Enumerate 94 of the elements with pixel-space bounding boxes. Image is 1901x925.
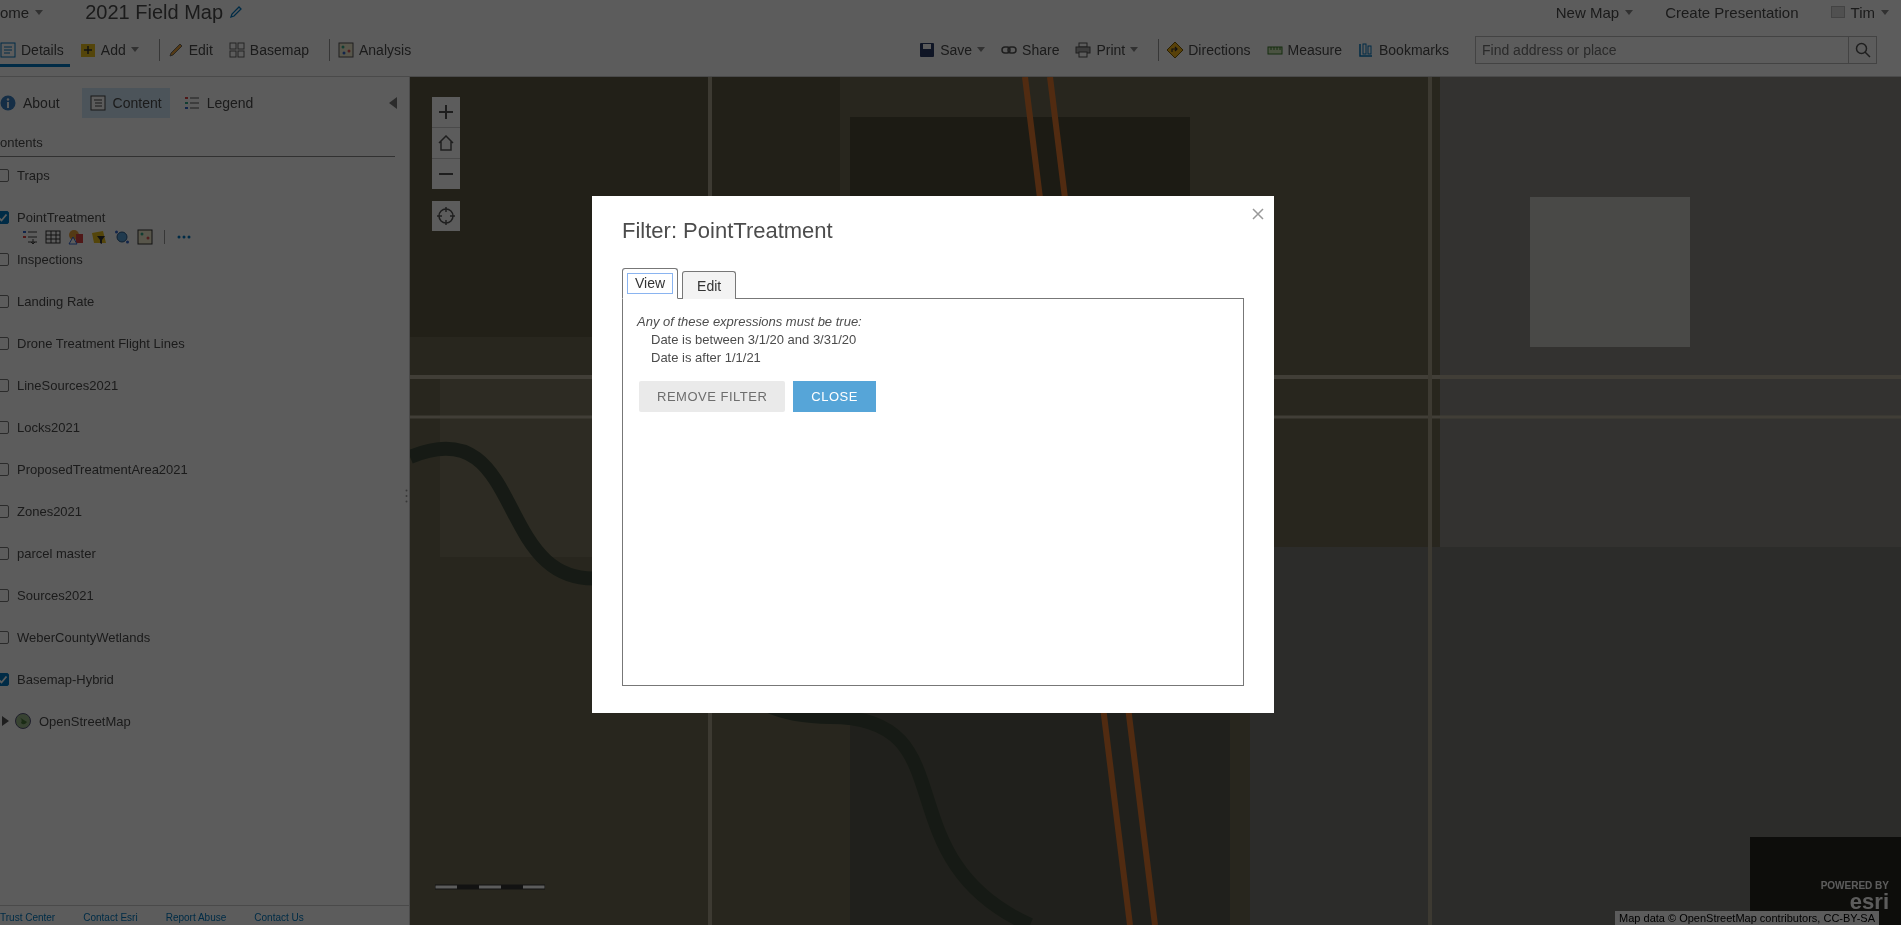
close-button[interactable]	[1250, 206, 1266, 222]
map-title: 2021 Field Map	[85, 0, 224, 24]
filter-icon[interactable]	[91, 229, 107, 245]
home-icon	[438, 135, 454, 151]
home-button[interactable]	[432, 128, 460, 158]
legend-icon	[183, 95, 200, 111]
zoom-out-button[interactable]	[432, 159, 460, 189]
add-icon	[79, 41, 96, 58]
layer-name[interactable]: PointTreatment	[17, 209, 106, 225]
toolbar-button[interactable]: Add	[79, 33, 145, 67]
expand-icon[interactable]	[2, 716, 9, 726]
layer-name[interactable]: Drone Treatment Flight Lines	[17, 335, 185, 351]
panel-tab[interactable]: Content	[81, 88, 170, 118]
filter-expression: Date is between 3/1/20 and 3/31/20	[650, 331, 858, 349]
footer-link[interactable]: Trust Center	[0, 912, 56, 923]
layer-name[interactable]: LineSources2021	[17, 377, 119, 393]
save-icon	[919, 41, 936, 58]
search-icon	[1854, 42, 1871, 58]
checkbox[interactable]	[0, 420, 9, 434]
filter-intro: Any of these expressions must be true:	[637, 313, 863, 331]
globe-icon	[15, 713, 31, 729]
zoom-in-icon	[439, 105, 453, 119]
checkbox[interactable]	[0, 336, 9, 350]
filter-expression: Date is after 1/1/21	[650, 349, 762, 367]
layer-name[interactable]: Zones2021	[17, 503, 83, 519]
checkbox[interactable]	[0, 588, 9, 602]
header-menu[interactable]: Create Presentation	[1653, 3, 1811, 21]
toolbar-button[interactable]: Edit	[167, 33, 219, 67]
layer-name[interactable]: Inspections	[17, 251, 83, 267]
layer-name[interactable]: Traps	[17, 167, 50, 183]
checkbox[interactable]	[0, 462, 9, 476]
locate-icon	[436, 206, 456, 226]
zoom-in-button[interactable]	[432, 97, 460, 127]
details-icon	[0, 41, 16, 58]
checkbox[interactable]	[0, 630, 9, 644]
layer-name[interactable]: Sources2021	[17, 587, 94, 603]
pencil-icon	[229, 5, 244, 19]
checkbox[interactable]	[0, 504, 9, 518]
layer-name[interactable]: WeberCountyWetlands	[17, 629, 151, 645]
checkbox[interactable]	[0, 378, 9, 392]
footer-link[interactable]: Contact Us	[254, 912, 304, 923]
checkbox[interactable]	[0, 210, 9, 224]
footer-link[interactable]: Contact Esri	[83, 912, 138, 923]
toolbar-button[interactable]: Basemap	[228, 33, 315, 67]
esri-logo[interactable]: esri	[1849, 891, 1889, 913]
cluster-icon[interactable]	[114, 229, 130, 245]
locate-button[interactable]	[432, 201, 460, 231]
table-icon[interactable]	[45, 229, 61, 245]
layer-name[interactable]: Basemap-Hybrid	[17, 671, 114, 687]
footer-link[interactable]: Report Abuse	[165, 912, 227, 923]
directions-icon	[1167, 41, 1184, 58]
attribution-text: Map data © OpenStreetMap contributors, CC-BY-SA	[1615, 911, 1879, 925]
dialog-tab[interactable]: View	[622, 268, 679, 299]
layer-name[interactable]: Landing Rate	[17, 293, 95, 309]
user-icon	[1830, 6, 1845, 18]
close-button[interactable]: CLOSE	[793, 381, 876, 412]
remove-filter-button[interactable]: REMOVE FILTER	[639, 381, 786, 412]
toolbar-button[interactable]: Directions	[1167, 33, 1257, 67]
close-icon	[1252, 208, 1264, 220]
checkbox[interactable]	[0, 672, 9, 686]
header-menu[interactable]: Tim	[1818, 3, 1901, 21]
content-icon	[89, 95, 106, 111]
checkbox[interactable]	[0, 294, 9, 308]
checkbox[interactable]	[0, 546, 9, 560]
toolbar-button[interactable]: Measure	[1266, 33, 1348, 67]
analysis-icon	[338, 41, 354, 58]
dialog-tab[interactable]: Edit	[682, 271, 737, 299]
pencil-icon	[167, 41, 184, 58]
bookmark-icon	[1357, 41, 1374, 58]
printer-icon	[1075, 41, 1092, 58]
legend-icon[interactable]	[22, 229, 38, 245]
panel-tab[interactable]: Legend	[183, 88, 262, 118]
grid-icon	[228, 41, 245, 58]
home-menu[interactable]: ome	[0, 3, 54, 21]
info-icon	[0, 95, 16, 111]
checkbox[interactable]	[0, 168, 9, 182]
dialog-title: Filter: PointTreatment	[622, 218, 834, 244]
toolbar-button[interactable]: Print	[1075, 33, 1145, 67]
checkbox[interactable]	[0, 252, 9, 266]
header-menu[interactable]: New Map	[1543, 3, 1646, 21]
layer-name[interactable]: OpenStreetMap	[39, 713, 131, 729]
layer-name[interactable]: parcel master	[17, 545, 96, 561]
toolbar-button[interactable]: Save	[919, 33, 992, 67]
section-heading: ontents	[0, 129, 395, 157]
toolbar-button[interactable]: Share	[1001, 33, 1066, 67]
layer-name[interactable]: ProposedTreatmentArea2021	[17, 461, 188, 477]
collapse-icon[interactable]	[389, 97, 397, 109]
shapes-icon[interactable]	[68, 229, 84, 245]
toolbar-button[interactable]: Analysis	[338, 33, 418, 67]
powered-by-label: POWERED BY	[1820, 880, 1889, 891]
layer-name[interactable]: Locks2021	[17, 419, 80, 435]
toolbar-button[interactable]: Bookmarks	[1357, 33, 1455, 67]
search-button[interactable]	[1849, 36, 1877, 64]
analysis-icon[interactable]	[137, 229, 153, 245]
